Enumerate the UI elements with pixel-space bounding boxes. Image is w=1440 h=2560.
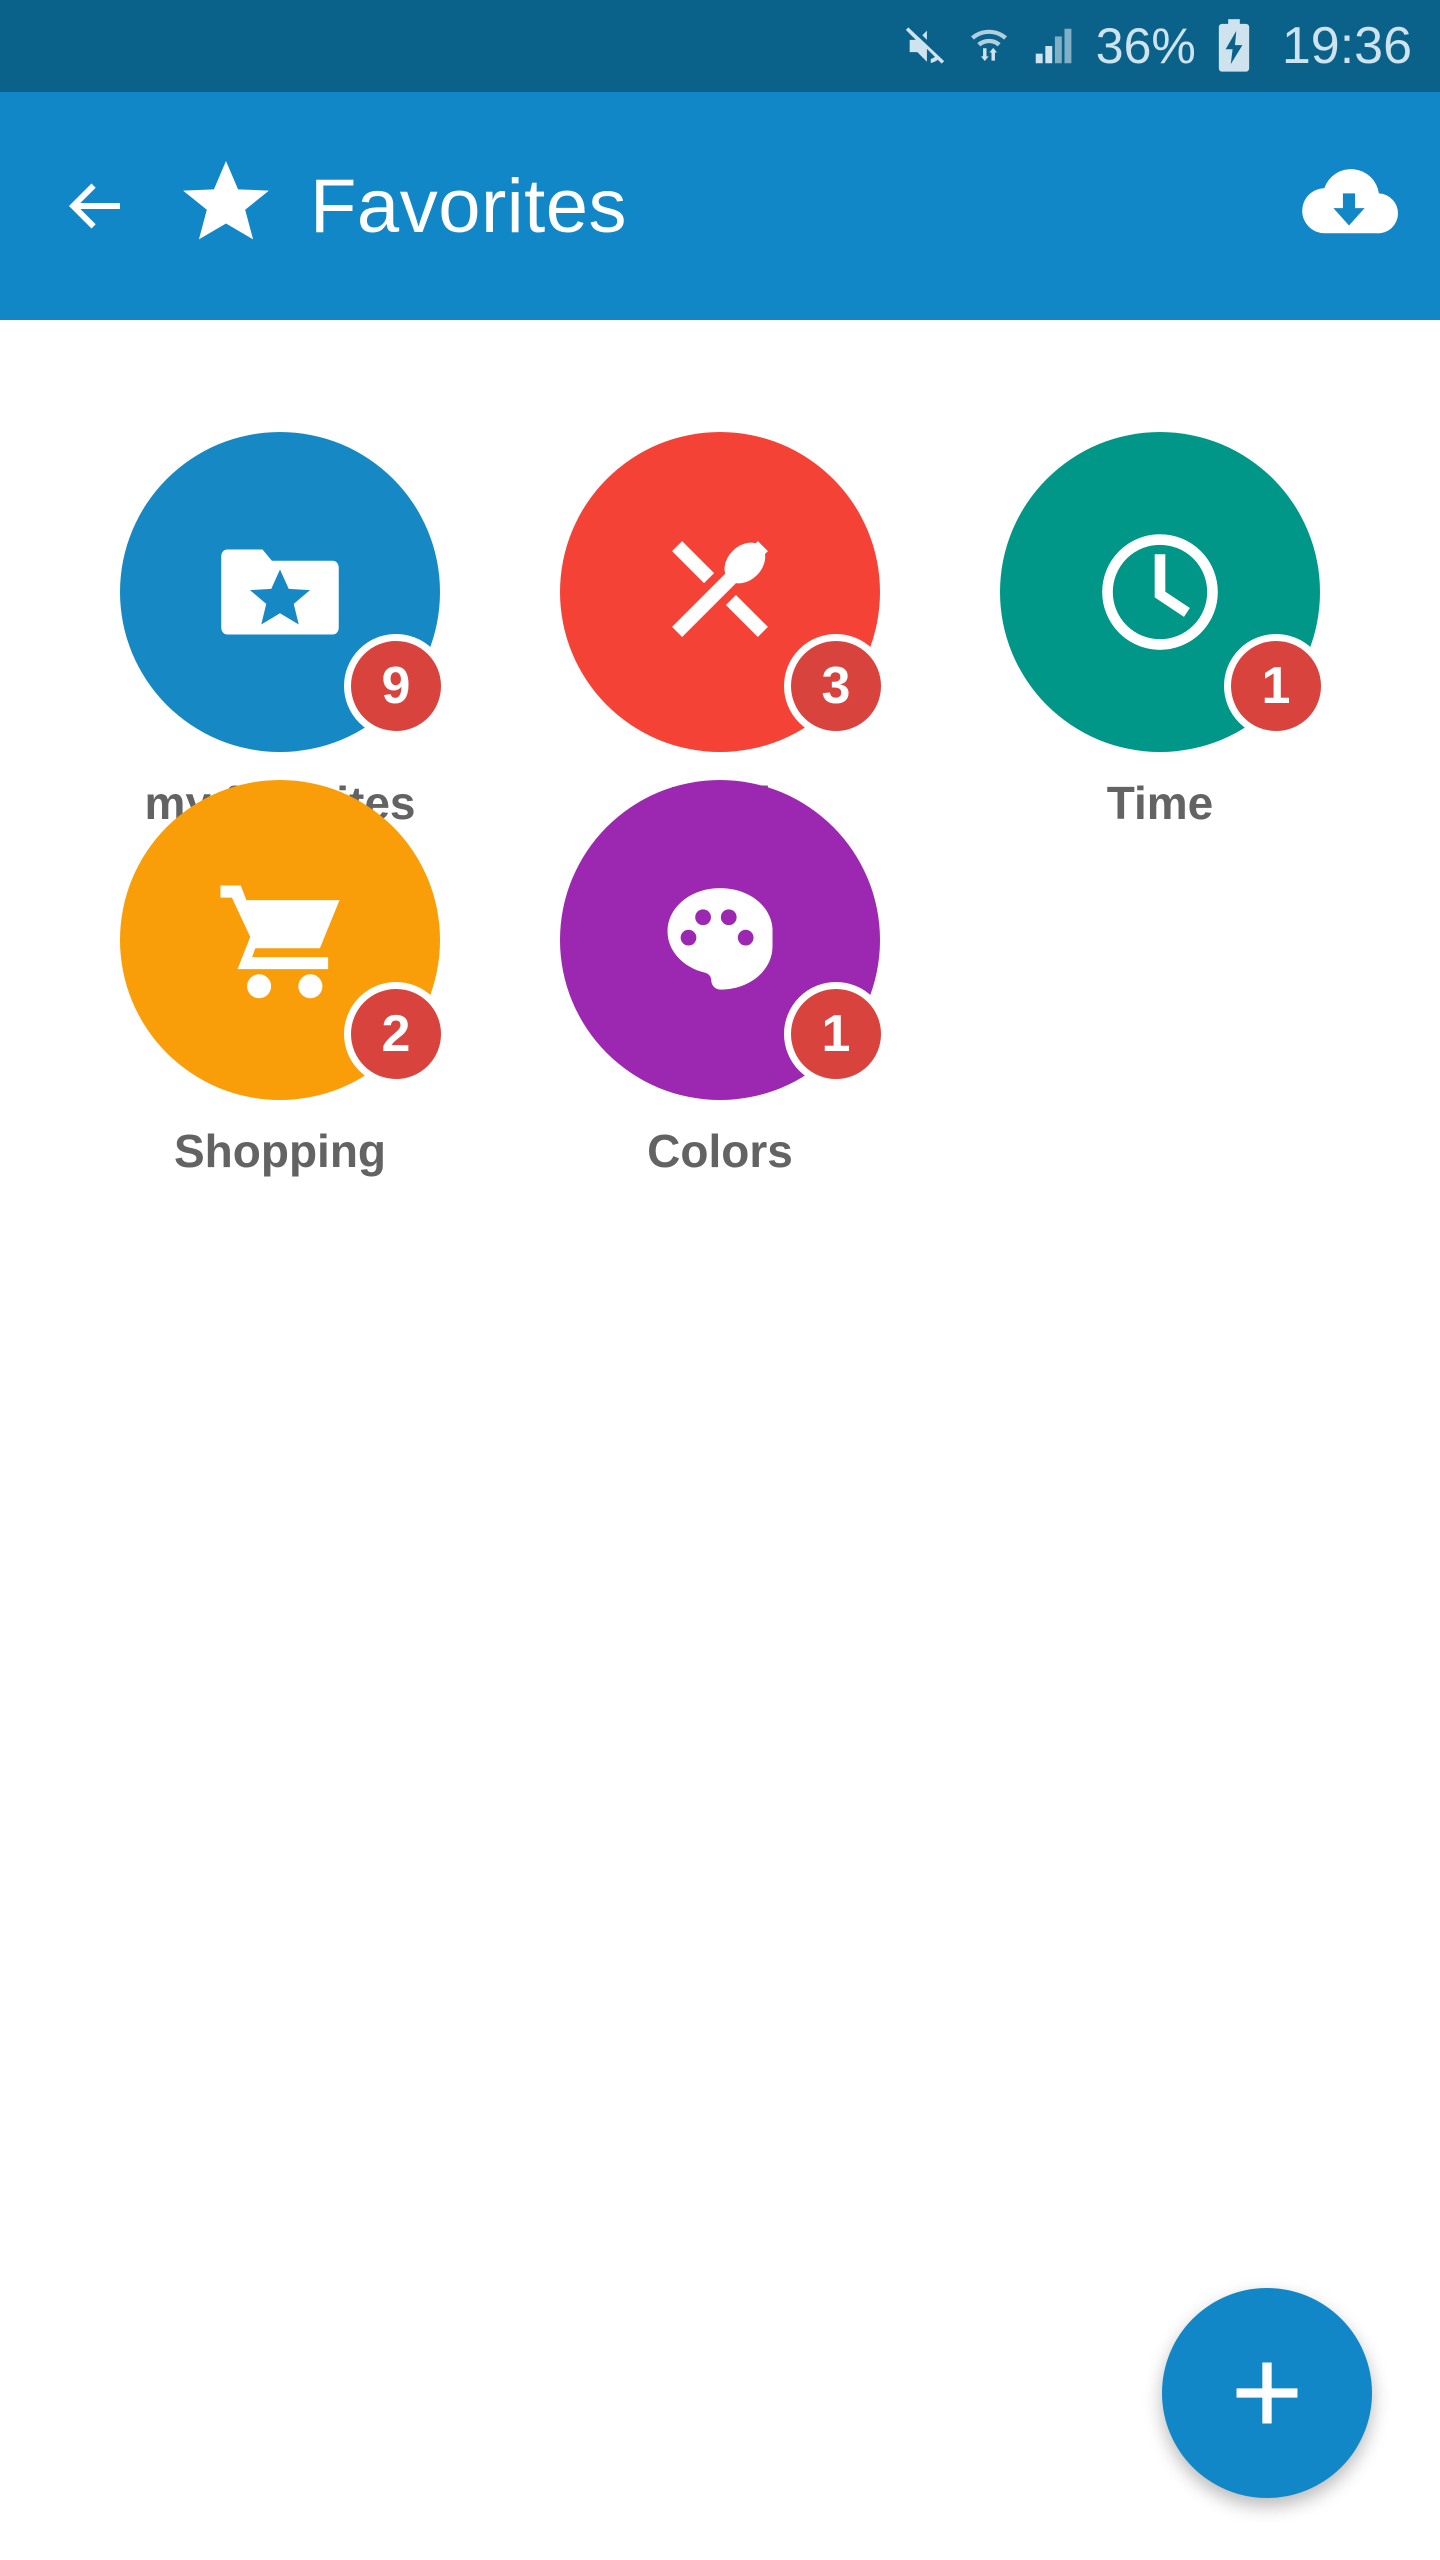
favorites-grid: 9 my favorites 3 Meal (0, 432, 1440, 1177)
star-icon (176, 154, 276, 258)
tile-circle-wrap: 3 (560, 432, 888, 752)
badge-count: 9 (344, 634, 448, 738)
status-bar[interactable]: 36% 19:36 (0, 0, 1440, 92)
tile-label: Colors (647, 1125, 793, 1177)
main-content: 9 my favorites 3 Meal (0, 320, 1440, 2560)
cellular-signal-icon (1030, 23, 1076, 69)
tile-my-favorites[interactable]: 9 my favorites (60, 432, 500, 829)
tile-label: Shopping (173, 1125, 387, 1177)
battery-charging-icon (1214, 18, 1254, 74)
tile-colors[interactable]: 1 Colors (500, 780, 940, 1177)
tile-label: Time (1106, 777, 1214, 829)
tile-time[interactable]: 1 Time (940, 432, 1380, 829)
shopping-cart-icon (220, 885, 340, 999)
tile-shopping[interactable]: 2 Shopping (60, 780, 500, 1177)
volume-mute-icon (902, 23, 948, 69)
badge-count: 1 (784, 982, 888, 1086)
palette-icon (667, 888, 773, 990)
cutlery-icon (672, 541, 768, 637)
back-button[interactable] (60, 170, 132, 242)
status-bar-clock: 19:36 (1281, 17, 1412, 75)
tile-circle-wrap: 1 (560, 780, 888, 1100)
cloud-download-icon[interactable] (1294, 151, 1404, 261)
badge-count: 1 (1224, 634, 1328, 738)
folder-star-icon (221, 549, 339, 635)
battery-percent-label: 36% (1095, 18, 1196, 74)
badge-count: 3 (784, 634, 888, 738)
add-button[interactable] (1162, 2288, 1372, 2498)
tile-meal[interactable]: 3 Meal (500, 432, 940, 829)
app-bar: Favorites (0, 92, 1440, 320)
tile-circle-wrap: 9 (120, 432, 448, 752)
clock-icon (1102, 534, 1218, 650)
wifi-transfer-icon (966, 23, 1012, 69)
tile-circle-wrap: 1 (1000, 432, 1328, 752)
page-title: Favorites (310, 163, 628, 249)
tile-circle-wrap: 2 (120, 780, 448, 1100)
badge-count: 2 (344, 982, 448, 1086)
plus-icon (1236, 2362, 1298, 2424)
